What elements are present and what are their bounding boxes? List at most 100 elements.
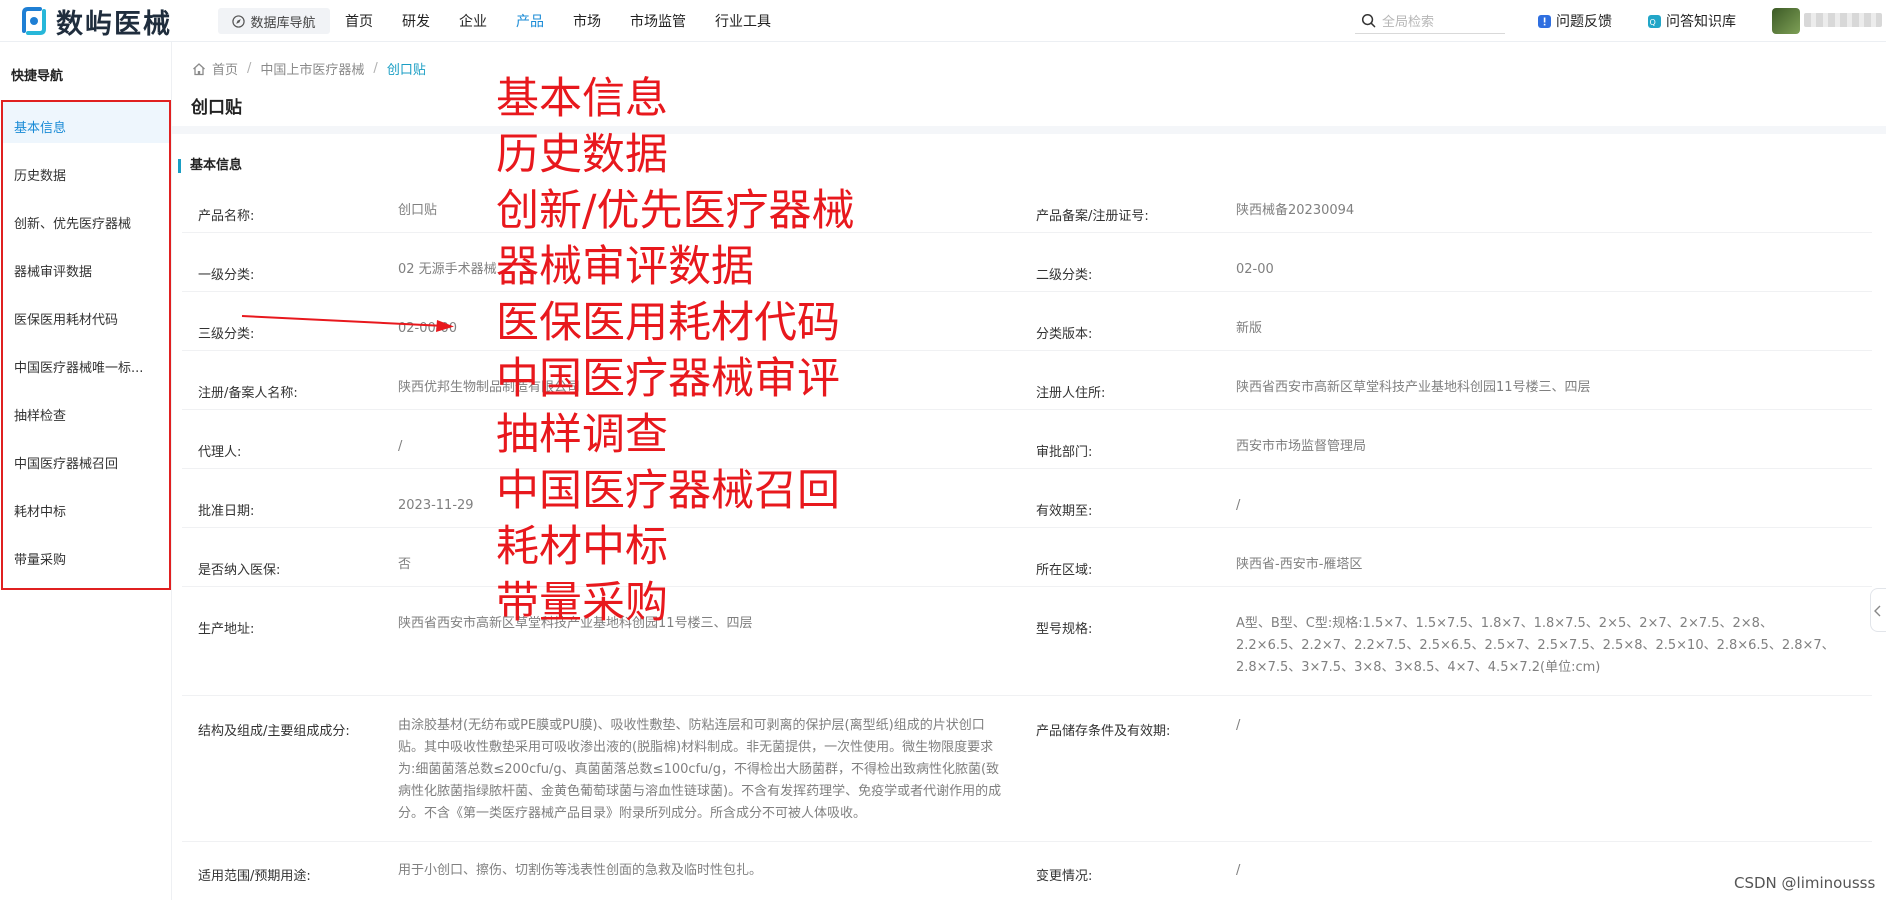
nav-industry-tools[interactable]: 行业工具 xyxy=(715,11,771,31)
annotation-review-data: 器械审评数据 xyxy=(496,242,754,292)
product-name-label: 产品名称: xyxy=(198,209,255,224)
breadcrumb-level2[interactable]: 中国上市医疗器械 xyxy=(260,59,364,78)
model-spec-value: A型、B型、C型:规格:1.5×7、1.5×7.5、1.8×7、1.8×7.5、… xyxy=(1236,616,1835,675)
knowledge-base-button[interactable]: Q 问答知识库 xyxy=(1648,11,1736,31)
home-icon xyxy=(193,62,205,75)
annotation-innovative: 创新/优先医疗器械 xyxy=(496,186,855,236)
model-spec-label: 型号规格: xyxy=(1036,622,1093,637)
avatar[interactable] xyxy=(1772,8,1800,34)
search-icon xyxy=(1361,13,1376,28)
nav-market-regulation[interactable]: 市场监管 xyxy=(630,11,686,31)
in-insurance-value: 否 xyxy=(398,557,412,572)
cat2-value: 02-00 xyxy=(1236,262,1274,277)
cat-version-label: 分类版本: xyxy=(1036,327,1093,342)
watermark: CSDN @liminousss xyxy=(1734,874,1876,892)
cat1-value: 02 无源手术器械 xyxy=(398,262,497,277)
production-address-label: 生产地址: xyxy=(198,622,255,637)
page-header: 首页 / 中国上市医疗器械 / 创口贴 创口贴 xyxy=(172,42,1886,126)
row-divider xyxy=(182,695,1872,696)
row-divider xyxy=(182,409,1872,410)
usage-value: 用于小创口、擦伤、切割伤等浅表性创面的急救及临时性包扎。 xyxy=(398,863,763,878)
registrant-label: 注册/备案人名称: xyxy=(198,386,298,401)
knowledge-base-label: 问答知识库 xyxy=(1666,14,1736,30)
changes-label: 变更情况: xyxy=(1036,869,1093,884)
basic-info-card: 基本信息 产品名称: 创口贴 产品备案/注册证号: 陕西械备20230094 一… xyxy=(172,134,1886,900)
annotation-bid: 耗材中标 xyxy=(496,522,668,572)
nav-home[interactable]: 首页 xyxy=(345,11,373,31)
database-nav-button[interactable]: 数据库导航 xyxy=(218,8,330,34)
row-divider xyxy=(182,468,1872,469)
storage-value: / xyxy=(1236,718,1241,733)
breadcrumb-home[interactable]: 首页 xyxy=(212,59,238,78)
reg-no-label: 产品备案/注册证号: xyxy=(1036,209,1149,224)
logo-text: 数屿医械 xyxy=(56,8,172,40)
reg-no-value: 陕西械备20230094 xyxy=(1236,203,1355,218)
annotation-basic-info: 基本信息 xyxy=(496,74,668,124)
breadcrumb-separator: / xyxy=(373,61,378,76)
approval-dept-value: 西安市市场监督管理局 xyxy=(1236,439,1367,454)
annotation-insurance-code: 医保医用耗材代码 xyxy=(496,298,840,348)
usage-label: 适用范围/预期用途: xyxy=(198,869,311,884)
nav-market[interactable]: 市场 xyxy=(573,11,601,31)
feedback-label: 问题反馈 xyxy=(1556,14,1612,30)
approval-dept-label: 审批部门: xyxy=(1036,445,1093,460)
user-name-blurred[interactable] xyxy=(1804,13,1882,27)
breadcrumb: 首页 / 中国上市医疗器械 / 创口贴 xyxy=(192,59,426,78)
approval-date-label: 批准日期: xyxy=(198,504,255,519)
valid-until-value: / xyxy=(1236,498,1241,513)
annotation-arrow xyxy=(241,315,454,332)
annotation-volume-purchase: 带量采购 xyxy=(496,578,668,628)
storage-label: 产品储存条件及有效期: xyxy=(1036,724,1171,739)
nav-product[interactable]: 产品 xyxy=(516,11,544,31)
cat-version-value: 新版 xyxy=(1236,321,1263,336)
agent-label: 代理人: xyxy=(198,445,242,460)
structure-label: 结构及组成/主要组成成分: xyxy=(198,724,350,739)
region-value: 陕西省-西安市-雁塔区 xyxy=(1236,557,1363,572)
main-content: 首页 / 中国上市医疗器械 / 创口贴 创口贴 基本信息 产品名称: 创口贴 产… xyxy=(172,42,1886,900)
row-divider xyxy=(182,586,1872,587)
feedback-button[interactable]: 问题反馈 xyxy=(1538,11,1612,31)
row-divider xyxy=(182,350,1872,351)
row-divider xyxy=(182,527,1872,528)
chevron-left-icon xyxy=(1874,605,1881,617)
annotation-recall: 中国医疗器械召回 xyxy=(496,466,840,516)
in-insurance-label: 是否纳入医保: xyxy=(198,563,281,578)
section-title: 基本信息 xyxy=(178,159,242,173)
svg-text:Q: Q xyxy=(1650,18,1656,27)
annotation-sampling: 抽样调查 xyxy=(496,410,668,460)
logo[interactable]: 数屿医械 xyxy=(18,3,172,40)
annotation-red-box xyxy=(1,100,171,590)
valid-until-label: 有效期至: xyxy=(1036,504,1093,519)
row-divider xyxy=(182,291,1872,292)
collapse-panel-tab[interactable] xyxy=(1870,588,1886,632)
alert-icon xyxy=(1538,14,1551,28)
registrant-address-value: 陕西省西安市高新区草堂科技产业基地科创园11号楼三、四层 xyxy=(1236,380,1591,395)
annotation-history: 历史数据 xyxy=(496,130,668,180)
annotation-china-review: 中国医疗器械审评 xyxy=(496,354,840,404)
row-divider xyxy=(182,841,1872,842)
product-name-value: 创口贴 xyxy=(398,203,438,218)
nav-enterprise[interactable]: 企业 xyxy=(459,11,487,31)
changes-value: / xyxy=(1236,863,1241,878)
logo-icon xyxy=(18,5,50,37)
global-search-input[interactable]: 全局检索 xyxy=(1355,8,1505,34)
main-nav: 首页 研发 企业 产品 市场 市场监管 行业工具 xyxy=(345,0,800,42)
cat1-label: 一级分类: xyxy=(198,268,255,283)
cat2-label: 二级分类: xyxy=(1036,268,1093,283)
database-nav-label: 数据库导航 xyxy=(250,15,316,31)
region-label: 所在区域: xyxy=(1036,563,1093,578)
qa-icon: Q xyxy=(1648,14,1661,28)
compass-icon xyxy=(232,14,246,28)
row-divider xyxy=(182,232,1872,233)
top-bar: 数屿医械 数据库导航 首页 研发 企业 产品 市场 市场监管 行业工具 全局检索… xyxy=(0,0,1886,42)
quick-nav-sidebar: 快捷导航 基本信息 历史数据 创新、优先医疗器械 器械审评数据 医保医用耗材代码… xyxy=(0,42,172,900)
approval-date-value: 2023-11-29 xyxy=(398,498,474,513)
search-placeholder: 全局检索 xyxy=(1382,15,1435,30)
agent-value: / xyxy=(398,439,403,454)
registrant-address-label: 注册人住所: xyxy=(1036,386,1106,401)
structure-value: 由涂胶基材(无纺布或PE膜或PU膜)、吸收性敷垫、防粘连层和可剥离的保护层(离型… xyxy=(398,718,1002,821)
breadcrumb-current: 创口贴 xyxy=(386,63,426,78)
page-title: 创口贴 xyxy=(191,98,242,118)
quick-nav-title: 快捷导航 xyxy=(11,69,64,84)
nav-rnd[interactable]: 研发 xyxy=(402,11,430,31)
